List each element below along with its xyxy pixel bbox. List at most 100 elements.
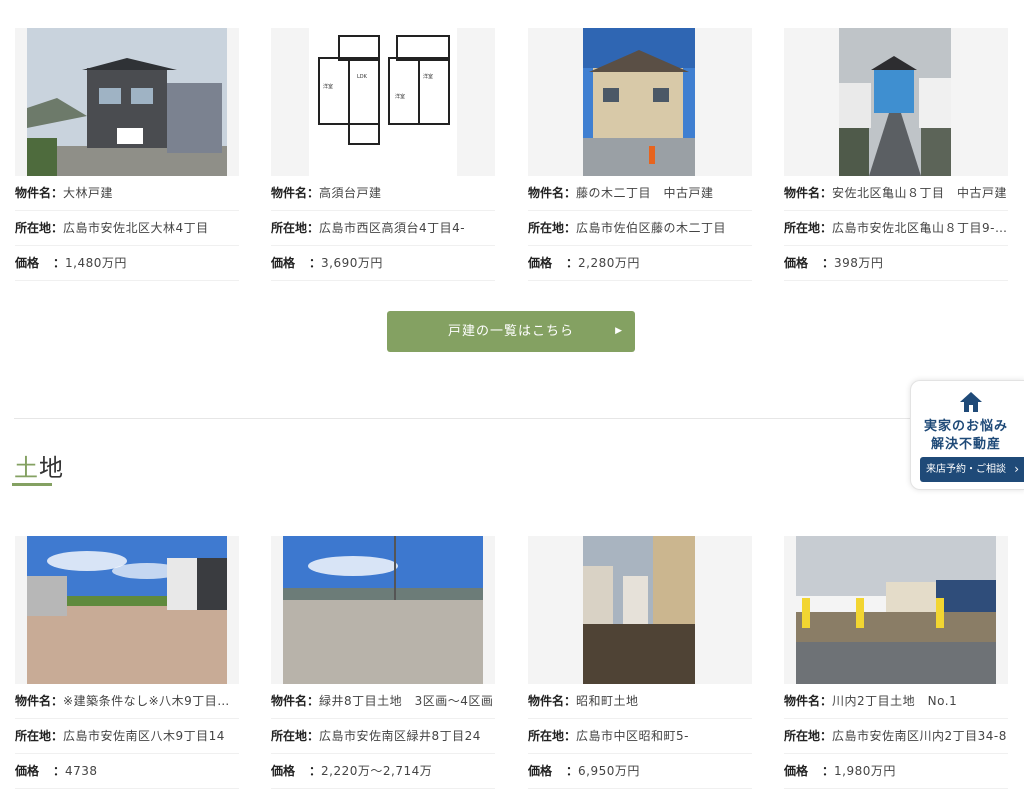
property-address: 広島市西区高須台4丁目4- <box>319 221 466 235</box>
property-address-label: 所在地 <box>15 729 52 743</box>
property-address-row: 所在地：広島市安佐北区大林4丁目 <box>15 211 239 246</box>
property-address: 広島市安佐南区八木9丁目14 <box>63 729 225 743</box>
property-address-row: 所在地：広島市安佐南区川内2丁目34-8 <box>784 719 1008 754</box>
house-icon <box>959 391 983 413</box>
svg-text:洋室: 洋室 <box>323 83 333 90</box>
land-lot-photo <box>796 536 996 684</box>
property-address: 広島市安佐北区大林4丁目 <box>63 221 209 235</box>
visit-reservation-button[interactable]: 来店予約・ご相談 › <box>920 457 1024 482</box>
property-price-row: 価格 ：1,980万円 <box>784 754 1008 789</box>
label-separator: ： <box>564 729 577 743</box>
property-price-label: 価格 <box>784 256 809 270</box>
property-name-row: 物件名：緑井8丁目土地 3区画～4区画 <box>271 684 495 719</box>
property-price: 4738 <box>65 764 98 778</box>
property-price: 3,690万円 <box>321 256 383 270</box>
property-price-row: 価格 ：2,280万円 <box>528 246 752 281</box>
property-address-label: 所在地 <box>784 221 821 235</box>
floor-plan-image: 洋室 LDK 洋室 洋室 <box>309 28 457 176</box>
house-list-button[interactable]: 戸建の一覧はこちら ▶ <box>387 311 635 352</box>
svg-text:LDK: LDK <box>357 74 368 80</box>
house-street-photo <box>839 28 951 176</box>
arrow-right-icon: ▶ <box>615 326 623 336</box>
label-separator: ： <box>51 221 64 235</box>
property-address: 広島市安佐南区緑井8丁目24 <box>319 729 481 743</box>
label-separator: ： <box>820 729 833 743</box>
property-name-row: 物件名：藤の木二丁目 中古戸建 <box>528 176 752 211</box>
label-separator: ： <box>51 694 64 708</box>
property-name-row: 物件名：安佐北区亀山８丁目 中古戸建 <box>784 176 1008 211</box>
property-thumbnail[interactable] <box>271 536 495 684</box>
property-name[interactable]: 川内2丁目土地 No.1 <box>832 694 957 708</box>
property-price-label: 価格 <box>15 256 40 270</box>
label-separator: ： <box>51 186 64 200</box>
label-separator: ： <box>822 764 835 778</box>
property-name-row: 物件名：昭和町土地 <box>528 684 752 719</box>
property-name-label: 物件名 <box>271 694 308 708</box>
property-price-row: 価格 ：1,480万円 <box>15 246 239 281</box>
property-thumbnail[interactable] <box>15 28 239 176</box>
consultation-widget[interactable]: 実家のお悩み 解決不動産 来店予約・ご相談 › <box>910 380 1024 490</box>
property-address-row: 所在地：広島市西区高須台4丁目4- <box>271 211 495 246</box>
property-name[interactable]: 昭和町土地 <box>576 694 639 708</box>
label-separator: ： <box>309 764 322 778</box>
property-info: 物件名：昭和町土地 所在地：広島市中区昭和町5- 価格 ：6,950万円 <box>528 684 752 789</box>
property-address-row: 所在地：広島市安佐南区緑井8丁目24 <box>271 719 495 754</box>
land-lot-photo <box>27 536 227 684</box>
label-separator: ： <box>307 729 320 743</box>
label-separator: ： <box>53 764 66 778</box>
property-info: 物件名：藤の木二丁目 中古戸建 所在地：広島市佐伯区藤の木二丁目 価格 ：2,28… <box>528 176 752 281</box>
label-separator: ： <box>820 186 833 200</box>
property-name[interactable]: 高須台戸建 <box>319 186 382 200</box>
property-name[interactable]: 大林戸建 <box>63 186 113 200</box>
label-separator: ： <box>307 186 320 200</box>
property-address-row: 所在地：広島市佐伯区藤の木二丁目 <box>528 211 752 246</box>
label-separator: ： <box>566 764 579 778</box>
property-name-label: 物件名 <box>528 694 565 708</box>
land-lot-photo <box>583 536 695 684</box>
property-price-row: 価格 ：2,220万～2,714万 <box>271 754 495 789</box>
property-info: 物件名：川内2丁目土地 No.1 所在地：広島市安佐南区川内2丁目34-8 価格… <box>784 684 1008 789</box>
property-name-row: 物件名：川内2丁目土地 No.1 <box>784 684 1008 719</box>
property-name[interactable]: 安佐北区亀山８丁目 中古戸建 <box>832 186 1007 200</box>
label-separator: ： <box>566 256 579 270</box>
property-name-label: 物件名 <box>271 186 308 200</box>
property-address-label: 所在地 <box>271 221 308 235</box>
property-address-row: 所在地：広島市中区昭和町5- <box>528 719 752 754</box>
house-exterior-photo <box>583 28 695 176</box>
property-thumbnail[interactable] <box>528 536 752 684</box>
property-price-label: 価格 <box>528 256 553 270</box>
section-divider <box>14 418 1024 419</box>
property-thumbnail[interactable]: 洋室 LDK 洋室 洋室 <box>271 28 495 176</box>
svg-text:洋室: 洋室 <box>423 73 433 80</box>
property-name[interactable]: 藤の木二丁目 中古戸建 <box>576 186 714 200</box>
visit-reservation-label: 来店予約・ご相談 <box>926 464 1006 475</box>
property-name[interactable]: ※建築条件なし※八木9丁目… <box>63 694 230 708</box>
property-address-row: 所在地：広島市安佐北区亀山８丁目9-… <box>784 211 1008 246</box>
property-address-label: 所在地 <box>528 221 565 235</box>
label-separator: ： <box>564 186 577 200</box>
property-name-label: 物件名 <box>784 186 821 200</box>
label-separator: ： <box>53 256 66 270</box>
property-address-label: 所在地 <box>528 729 565 743</box>
chevron-right-icon: › <box>1014 462 1019 476</box>
label-separator: ： <box>820 694 833 708</box>
property-thumbnail[interactable] <box>528 28 752 176</box>
property-info: 物件名：大林戸建 所在地：広島市安佐北区大林4丁目 価格 ：1,480万円 <box>15 176 239 281</box>
land-lot-photo <box>283 536 483 684</box>
property-name-label: 物件名 <box>15 186 52 200</box>
section-title-accent: 土 <box>14 454 39 482</box>
label-separator: ： <box>564 221 577 235</box>
property-thumbnail[interactable] <box>15 536 239 684</box>
property-name-label: 物件名 <box>784 694 821 708</box>
property-address: 広島市佐伯区藤の木二丁目 <box>576 221 727 235</box>
property-name[interactable]: 緑井8丁目土地 3区画～4区画 <box>319 694 493 708</box>
label-separator: ： <box>51 729 64 743</box>
widget-title-line2: 解決不動産 <box>930 437 1001 452</box>
property-address-label: 所在地 <box>15 221 52 235</box>
property-info: 物件名：高須台戸建 所在地：広島市西区高須台4丁目4- 価格 ：3,690万円 <box>271 176 495 281</box>
property-thumbnail[interactable] <box>784 28 1008 176</box>
widget-title-line1: 実家のお悩み <box>923 419 1008 434</box>
property-name-row: 物件名：高須台戸建 <box>271 176 495 211</box>
label-separator: ： <box>309 256 322 270</box>
property-thumbnail[interactable] <box>784 536 1008 684</box>
